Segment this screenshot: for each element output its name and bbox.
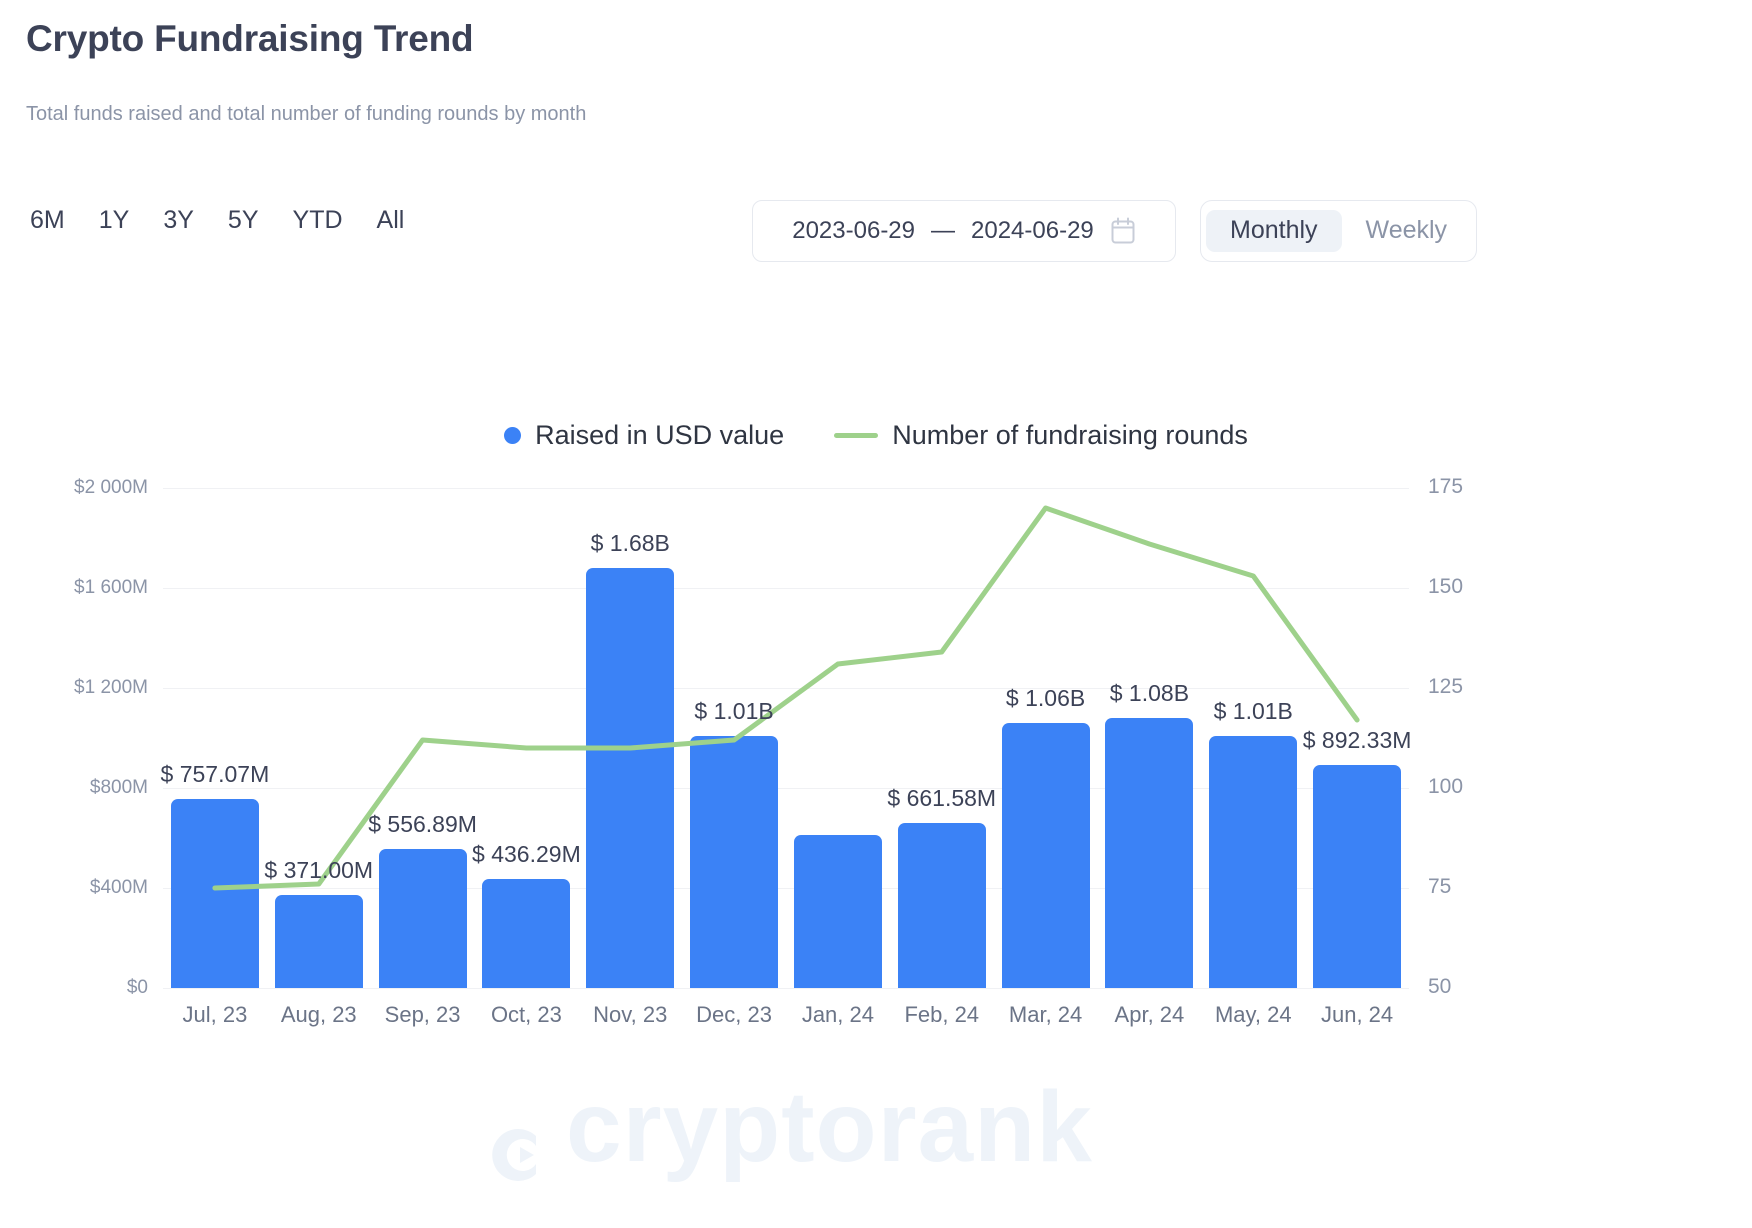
page-subtitle: Total funds raised and total number of f… (26, 103, 587, 125)
legend-item-rounds[interactable]: Number of fundraising rounds (834, 420, 1248, 451)
bar-value-label: $ 1.68B (590, 530, 670, 556)
legend-label-rounds: Number of fundraising rounds (892, 420, 1248, 450)
legend-dot-icon (504, 427, 522, 444)
range-button-ytd[interactable]: YTD (293, 208, 343, 233)
line-series (212, 505, 1360, 891)
range-button-5y[interactable]: 5Y (228, 208, 259, 233)
y-axis-right-tick: 125 (1428, 675, 1464, 698)
y-axis-left-tick: $0 (126, 977, 148, 998)
watermark-text: cryptorank (566, 1071, 1093, 1183)
chart-page: Crypto Fundraising Trend Total funds rai… (0, 0, 1752, 1228)
y-axis-right-tick: 75 (1428, 875, 1452, 898)
y-axis-right-tick: 100 (1428, 775, 1464, 798)
range-button-all[interactable]: All (377, 208, 405, 233)
x-axis-tick: Jun, 24 (1320, 1002, 1394, 1027)
y-axis-right-tick: 175 (1428, 475, 1464, 498)
range-selector: 6M 1Y 3Y 5Y YTD All (30, 208, 404, 233)
y-axis-right-tick: 150 (1428, 575, 1464, 598)
toggle-option-weekly[interactable]: Weekly (1342, 210, 1472, 252)
chart-legend: Raised in USD value Number of fundraisin… (0, 420, 1752, 451)
date-range-text: 2023-06-29 — 2024-06-29 (792, 217, 1094, 245)
range-button-6m[interactable]: 6M (30, 208, 65, 233)
y-axis-right-tick: 50 (1428, 975, 1452, 998)
y-axis-left-tick: $1 600M (74, 577, 148, 598)
date-range-end: 2024-06-29 (971, 217, 1094, 244)
page-title: Crypto Fundraising Trend (26, 18, 474, 59)
bar-value-label: $ 1.01B (694, 697, 774, 724)
range-button-3y[interactable]: 3Y (163, 208, 194, 233)
bar-value-label: $ 436.29M (472, 840, 581, 867)
watermark: cryptorank (490, 1070, 1093, 1185)
controls-bar: 6M 1Y 3Y 5Y YTD All 2023-06-29 — 2024-06… (0, 200, 1752, 270)
bar-value-label: $ 1.01B (1213, 697, 1293, 724)
bar-value-label: $ 556.89M (368, 810, 477, 837)
y-axis-left-tick: $1 200M (74, 677, 148, 698)
bar-value-label: $ 892.33M (1302, 726, 1412, 753)
legend-label-raised: Raised in USD value (535, 420, 785, 450)
range-button-1y[interactable]: 1Y (99, 208, 130, 233)
legend-item-raised[interactable]: Raised in USD value (504, 420, 784, 451)
calendar-icon (1110, 217, 1136, 245)
date-range-picker[interactable]: 2023-06-29 — 2024-06-29 (752, 200, 1176, 262)
watermark-logo-icon (490, 1099, 560, 1181)
bar-value-label: $ 661.58M (887, 784, 997, 811)
chart-canvas: cryptorank $0 $400M $800M $1 200M $1 600M $2 … (0, 470, 1752, 1183)
gridline (163, 988, 1409, 989)
date-range-start: 2023-06-29 (792, 217, 915, 244)
interval-toggle: Monthly Weekly (1200, 200, 1478, 262)
y-axis-left-tick: $400M (89, 877, 148, 898)
bar-value-label: $ 757.07M (160, 760, 270, 787)
legend-line-icon (834, 433, 879, 438)
toggle-option-monthly[interactable]: Monthly (1206, 210, 1342, 252)
y-axis-left-tick: $2 000M (74, 477, 148, 498)
date-range-separator: — (931, 217, 955, 244)
